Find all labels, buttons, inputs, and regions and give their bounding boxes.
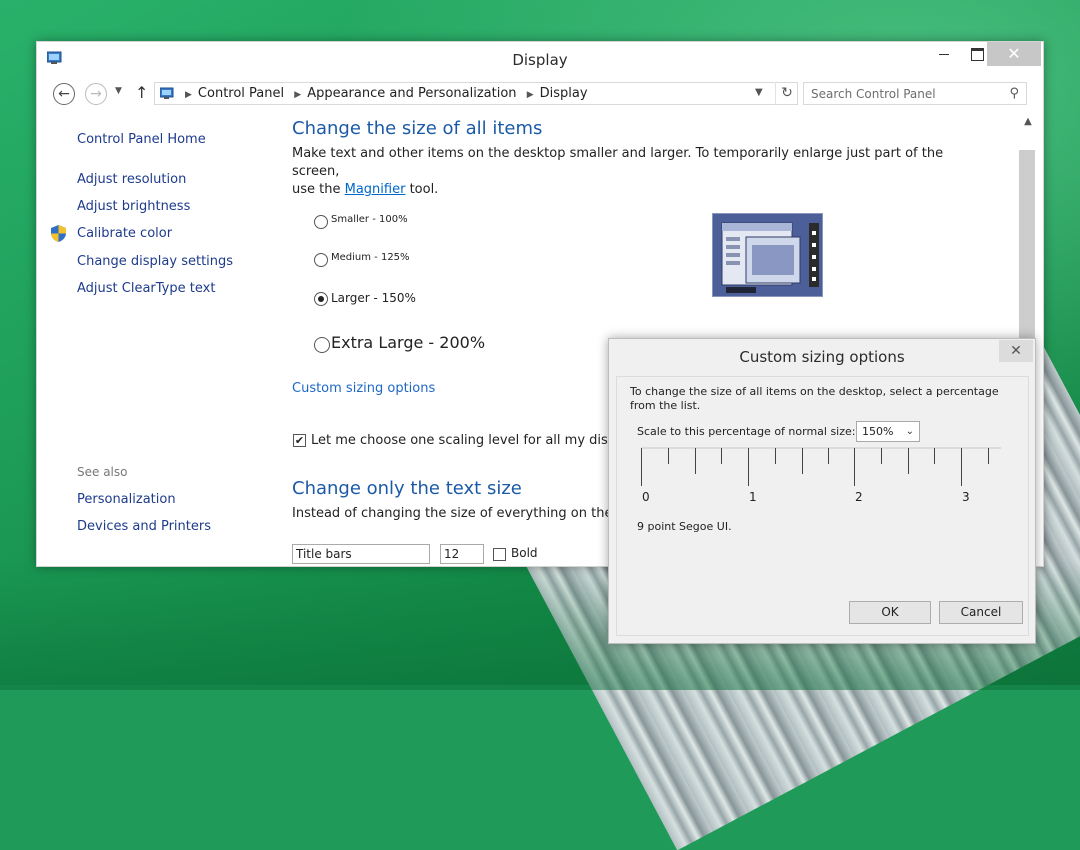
checkmark-icon: ✔ bbox=[294, 434, 305, 447]
sidebar-link-control-panel-home[interactable]: Control Panel Home bbox=[77, 132, 206, 147]
font-sample-note: 9 point Segoe UI. bbox=[637, 520, 732, 533]
see-also-label: See also bbox=[77, 465, 128, 479]
bold-checkbox-label: Bold bbox=[511, 546, 538, 560]
breadcrumb: ▶ Control Panel ▶ Appearance and Personali… bbox=[185, 86, 594, 101]
title-bar[interactable]: Display ✕ bbox=[37, 42, 1043, 76]
label-larger: Larger - 150% bbox=[331, 291, 416, 305]
sidebar-link-personalization[interactable]: Personalization bbox=[77, 492, 176, 507]
breadcrumb-separator-icon[interactable]: ▶ bbox=[185, 90, 192, 100]
ruler-label: 3 bbox=[962, 490, 970, 504]
search-icon: ⚲ bbox=[1009, 86, 1019, 101]
custom-sizing-link[interactable]: Custom sizing options bbox=[292, 381, 435, 396]
address-bar[interactable]: ▶ Control Panel ▶ Appearance and Personali… bbox=[154, 82, 798, 105]
breadcrumb-appearance[interactable]: Appearance and Personalization bbox=[307, 86, 516, 101]
up-button[interactable]: ↑ bbox=[135, 83, 148, 102]
display-preview-icon bbox=[712, 213, 823, 297]
label-extra-large: Extra Large - 200% bbox=[331, 333, 486, 352]
label-medium: Medium - 125% bbox=[331, 252, 410, 263]
sidebar-link-devices-printers[interactable]: Devices and Printers bbox=[77, 519, 211, 534]
ruler-label: 1 bbox=[749, 490, 757, 504]
refresh-icon: ↻ bbox=[781, 85, 793, 101]
bold-checkbox[interactable] bbox=[493, 548, 506, 561]
sidebar-link-adjust-resolution[interactable]: Adjust resolution bbox=[77, 172, 186, 187]
scroll-thumb[interactable] bbox=[1019, 150, 1035, 338]
arrow-right-icon: → bbox=[90, 86, 102, 102]
radio-medium[interactable] bbox=[314, 253, 328, 267]
scale-ruler[interactable]: 0 1 2 3 bbox=[641, 446, 1001, 506]
control-panel-icon bbox=[160, 87, 174, 99]
heading-change-size: Change the size of all items bbox=[292, 118, 543, 139]
scale-dropdown-value: 150% bbox=[862, 425, 894, 438]
dialog-body bbox=[616, 376, 1029, 636]
radio-larger[interactable] bbox=[314, 292, 328, 306]
breadcrumb-separator-icon[interactable]: ▶ bbox=[527, 90, 534, 100]
breadcrumb-separator-icon[interactable]: ▶ bbox=[294, 90, 301, 100]
back-button[interactable]: ← bbox=[53, 83, 75, 105]
scrollbar[interactable]: ▲ bbox=[1017, 112, 1039, 338]
navigation-bar: ← → ▼ ↑ ▶ Control Panel ▶ Appearance and P… bbox=[37, 80, 1043, 108]
dialog-instructions: To change the size of all items on the d… bbox=[630, 385, 999, 412]
breadcrumb-control-panel[interactable]: Control Panel bbox=[198, 86, 284, 101]
scroll-up-button[interactable]: ▲ bbox=[1017, 112, 1039, 132]
font-size-select-value: 12 bbox=[444, 547, 460, 561]
minimize-icon bbox=[939, 54, 949, 55]
close-button[interactable]: ✕ bbox=[987, 42, 1041, 66]
recent-locations-dropdown[interactable]: ▼ bbox=[115, 86, 122, 96]
custom-sizing-dialog: Custom sizing options ✕ To change the si… bbox=[608, 338, 1036, 644]
search-input[interactable]: Search Control Panel bbox=[811, 87, 936, 101]
search-box[interactable]: Search Control Panel ⚲ bbox=[803, 82, 1027, 105]
maximize-icon bbox=[971, 48, 984, 61]
font-size-select[interactable]: 12 bbox=[440, 544, 484, 564]
sidebar-link-change-display-settings[interactable]: Change display settings bbox=[77, 254, 233, 269]
scaling-checkbox[interactable]: ✔ bbox=[293, 434, 306, 447]
chevron-down-icon: ⌄ bbox=[905, 426, 914, 437]
chevron-up-icon: ▲ bbox=[1024, 116, 1032, 127]
sidebar-link-adjust-cleartype[interactable]: Adjust ClearType text bbox=[77, 281, 215, 296]
dialog-close-button[interactable]: ✕ bbox=[999, 340, 1033, 362]
description-text-size: Instead of changing the size of everythi… bbox=[292, 506, 648, 521]
close-icon: ✕ bbox=[1007, 44, 1021, 63]
sidebar: Control Panel Home Adjust resolution Adj… bbox=[37, 112, 277, 566]
scale-label: Scale to this percentage of normal size: bbox=[637, 425, 856, 438]
sidebar-link-calibrate-color[interactable]: Calibrate color bbox=[77, 226, 172, 241]
ruler-label: 2 bbox=[855, 490, 863, 504]
breadcrumb-display[interactable]: Display bbox=[540, 86, 588, 101]
address-dropdown-button[interactable]: ▼ bbox=[755, 87, 763, 98]
radio-extra-large[interactable] bbox=[314, 337, 330, 353]
radio-smaller[interactable] bbox=[314, 215, 328, 229]
description-text: tool. bbox=[405, 182, 439, 197]
shield-icon bbox=[51, 225, 66, 242]
magnifier-link[interactable]: Magnifier bbox=[345, 182, 406, 197]
window-title: Display bbox=[512, 51, 568, 69]
arrow-up-icon: ↑ bbox=[135, 83, 149, 102]
close-icon: ✕ bbox=[1010, 343, 1022, 359]
label-smaller: Smaller - 100% bbox=[331, 214, 408, 225]
sidebar-link-adjust-brightness[interactable]: Adjust brightness bbox=[77, 199, 190, 214]
cancel-button[interactable]: Cancel bbox=[939, 601, 1023, 624]
item-select-value: Title bars bbox=[296, 547, 352, 561]
heading-text-size: Change only the text size bbox=[292, 478, 522, 499]
item-select[interactable]: Title bars bbox=[292, 544, 430, 564]
radio-selected-dot bbox=[318, 296, 324, 302]
ok-button[interactable]: OK bbox=[849, 601, 931, 624]
dialog-title: Custom sizing options bbox=[739, 348, 905, 366]
scaling-checkbox-label: Let me choose one scaling level for all … bbox=[311, 433, 643, 448]
arrow-left-icon: ← bbox=[58, 86, 70, 102]
forward-button[interactable]: → bbox=[85, 83, 107, 105]
scale-dropdown[interactable]: 150% ⌄ bbox=[856, 421, 920, 442]
description-text: use the bbox=[292, 182, 345, 197]
refresh-button[interactable]: ↻ bbox=[775, 82, 798, 105]
description-text: Make text and other items on the desktop… bbox=[292, 146, 944, 179]
ruler-label: 0 bbox=[642, 490, 650, 504]
description-change-size: Make text and other items on the desktop… bbox=[292, 145, 992, 199]
